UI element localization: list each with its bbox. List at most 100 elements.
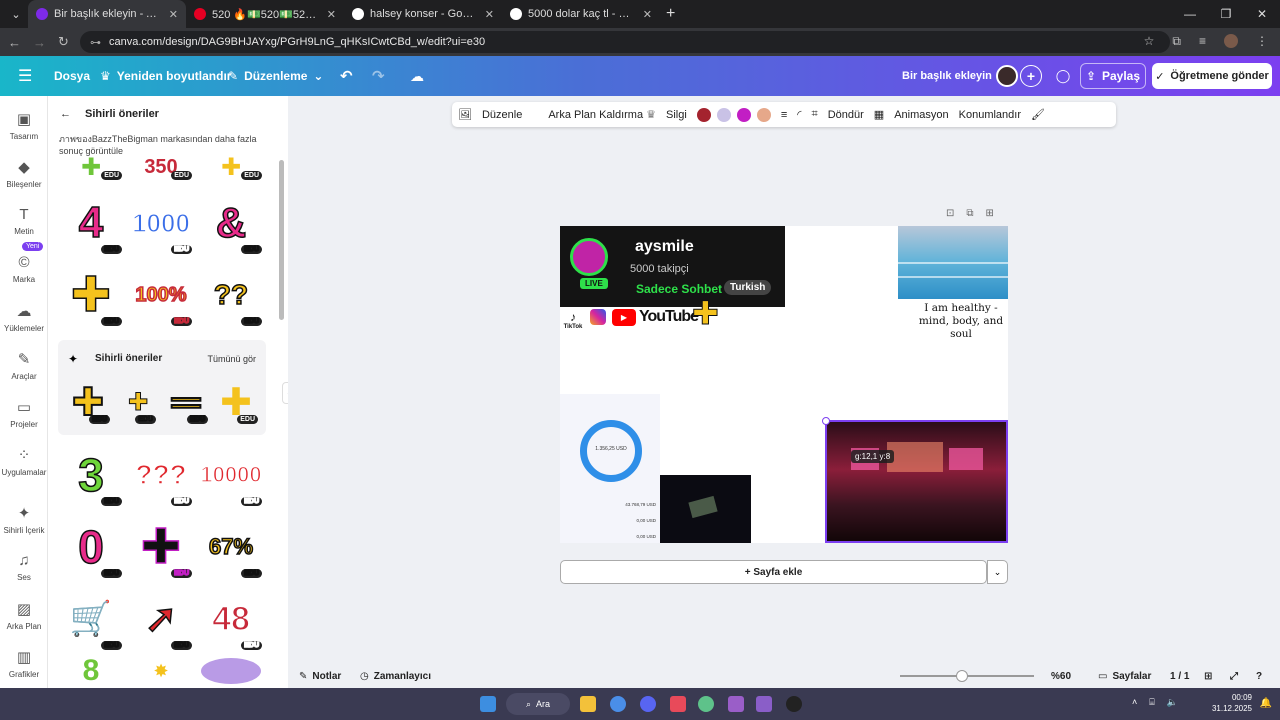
url-bar[interactable]: ⊶ canva.com/design/DAG9BHJAYxg/PGrH9LnG_… <box>80 31 1170 53</box>
lock-icon[interactable]: ⊡ <box>946 208 954 219</box>
rail-item[interactable]: ▨ Arka Plan <box>0 600 48 631</box>
zoom-slider-thumb[interactable] <box>956 670 968 682</box>
close-tab-icon[interactable]: ✕ <box>643 8 652 21</box>
element-tile[interactable]: 67% EDU <box>198 514 264 580</box>
chevron-up-icon[interactable]: ˄ <box>1132 697 1137 708</box>
design-page[interactable]: LIVE aysmile 5000 takipçi Sadece Sohbet … <box>560 226 1008 543</box>
rail-item[interactable]: ◆ Bileşenler <box>0 158 48 189</box>
plus-element-tile[interactable]: ✚ EDU <box>64 378 112 426</box>
line-weight-icon[interactable]: ≡ <box>781 109 787 121</box>
element-tile[interactable]: 3 EDU <box>58 442 124 508</box>
extensions-icon[interactable]: ⧉ <box>1172 34 1181 49</box>
add-page-button[interactable]: + Sayfa ekle <box>560 560 987 584</box>
taskbar-search[interactable]: ⌕ Ara <box>506 693 570 715</box>
element-tile[interactable]: ??? EDU <box>128 442 194 508</box>
site-info-icon[interactable]: ⊶ <box>90 36 101 49</box>
element-tile[interactable]: 🛒 EDU <box>58 586 124 652</box>
element-tile[interactable]: ✸ <box>128 656 194 686</box>
element-tile[interactable]: 10000 EDU <box>198 442 264 508</box>
element-tile[interactable]: 4 EDU <box>58 190 124 256</box>
close-window-button[interactable]: ✕ <box>1244 0 1280 28</box>
pages-button[interactable]: ▭ Sayfalar <box>1098 671 1151 682</box>
animation-button[interactable]: Animasyon <box>894 109 948 121</box>
element-tile[interactable]: 48 EDU <box>198 586 264 652</box>
dark-photo[interactable] <box>660 475 751 543</box>
close-tab-icon[interactable]: ✕ <box>327 8 336 21</box>
close-tab-icon[interactable]: ✕ <box>485 8 494 21</box>
edit-mode-button[interactable]: ✎ Düzenleme ⌄ <box>228 69 323 83</box>
see-all-link[interactable]: Tümünü gör <box>207 354 256 364</box>
rail-item[interactable]: ▥ Grafikler <box>0 648 48 679</box>
rail-item[interactable]: ✎ Araçlar <box>0 350 48 381</box>
element-tile[interactable]: 350 EDU <box>128 152 194 182</box>
minimize-button[interactable]: — <box>1172 0 1208 28</box>
discord-icon[interactable] <box>640 696 656 712</box>
browser-tab[interactable]: Bir başlık ekleyin - A4 (Yatay) ✕ <box>28 0 186 28</box>
element-tile[interactable]: & EDU <box>198 190 264 256</box>
notification-icon[interactable]: 🔔 <box>1260 698 1272 709</box>
position-button[interactable]: Konumlandır <box>959 109 1021 121</box>
transparency-icon[interactable]: ▦ <box>874 108 884 121</box>
edit-image-button[interactable]: Düzenle <box>482 109 522 121</box>
rail-item[interactable]: ✦ Sihirli İçerik <box>0 504 48 535</box>
browser-tab[interactable]: halsey konser - Google'da Ara ✕ <box>344 0 502 28</box>
notes-button[interactable]: ✎ Notlar <box>299 671 341 682</box>
rail-item[interactable]: ▭ Projeler <box>0 398 48 429</box>
youtube-logo[interactable]: ▶ YouTube <box>612 308 699 326</box>
panel-scrollbar[interactable] <box>279 160 284 320</box>
rotate-button[interactable]: Döndür <box>828 109 864 121</box>
element-tile[interactable] <box>198 656 264 686</box>
bookmark-star-icon[interactable]: ☆ <box>1144 34 1155 49</box>
element-tile[interactable]: 0 EDU <box>58 514 124 580</box>
share-button[interactable]: ⇪ Paylaş <box>1080 63 1146 89</box>
reload-icon[interactable]: ↻ <box>58 34 69 50</box>
banking-screenshot[interactable]: 1.356,25 USD 43.768,79 USD 0,00 USD 0,00… <box>560 394 660 543</box>
concert-photo-selected[interactable]: g:12,1 y:8 <box>825 420 1008 543</box>
redo-icon[interactable]: ↷ <box>372 67 385 85</box>
element-tile[interactable]: ➚ EDU <box>128 586 194 652</box>
plus-element-tile[interactable]: ✚ EDU <box>118 378 158 426</box>
bg-remove-button[interactable]: Arka Plan Kaldırma ♛ <box>548 108 656 121</box>
premiere-icon[interactable] <box>728 696 744 712</box>
chrome-icon[interactable] <box>610 696 626 712</box>
send-to-teacher-button[interactable]: ✓ Öğretmene gönder <box>1152 63 1272 89</box>
element-tile[interactable]: ✚ EDU <box>58 152 124 182</box>
help-icon[interactable]: ? <box>1256 671 1262 682</box>
add-page-dropdown[interactable]: ⌄ <box>987 560 1008 584</box>
element-tile[interactable]: ✚ EDU <box>198 152 264 182</box>
rail-item[interactable]: ▣ Tasarım <box>0 110 48 141</box>
instagram-icon[interactable] <box>590 309 606 325</box>
document-title[interactable]: Bir başlık ekleyin <box>902 70 992 82</box>
element-tile[interactable]: ✚ EDU <box>128 514 194 580</box>
valorant-icon[interactable] <box>670 696 686 712</box>
profile-avatar[interactable] <box>1224 34 1238 48</box>
volume-icon[interactable]: 🔈 <box>1167 697 1178 708</box>
paint-format-icon[interactable]: 🖌 <box>1031 108 1045 121</box>
rail-item[interactable]: ⁘ Uygulamalar <box>0 446 48 477</box>
stream-banner[interactable]: LIVE aysmile 5000 takipçi Sadece Sohbet … <box>560 226 785 307</box>
back-icon[interactable]: ← <box>8 35 21 50</box>
element-tile[interactable]: ✚ EDU <box>58 262 124 328</box>
maximize-button[interactable]: ❐ <box>1208 0 1244 28</box>
collaborator-avatar[interactable] <box>996 65 1018 87</box>
obs-icon[interactable] <box>786 696 802 712</box>
element-tile[interactable]: 1000 EDU <box>128 190 194 256</box>
corner-rounding-icon[interactable]: ◜ <box>797 108 801 121</box>
new-tab-button[interactable]: + <box>666 5 675 23</box>
color-swatch[interactable] <box>716 107 731 122</box>
eraser-button[interactable]: Silgi <box>666 109 687 121</box>
fullscreen-icon[interactable]: ⤢ <box>1230 671 1238 682</box>
plus-sticker[interactable]: ✚ <box>692 294 720 332</box>
system-clock[interactable]: 00:09 31.12.2025 <box>1212 692 1252 714</box>
affirmation-text[interactable]: I am healthy - mind, body, and soul <box>914 302 1008 341</box>
equals-element-tile[interactable]: ═ EDU <box>162 378 210 426</box>
plus-element-tile[interactable]: ✚ EDU <box>212 378 260 426</box>
timer-button[interactable]: ◷ Zamanlayıcı <box>360 671 431 682</box>
zoom-level[interactable]: %60 <box>1051 671 1071 682</box>
file-menu[interactable]: Dosya <box>54 69 90 83</box>
comment-icon[interactable]: ◯ <box>1052 65 1074 87</box>
file-explorer-icon[interactable] <box>580 696 596 712</box>
close-tab-icon[interactable]: ✕ <box>169 8 178 21</box>
undo-icon[interactable]: ↶ <box>340 67 353 85</box>
tab-search-button[interactable]: ⌄ <box>4 3 28 25</box>
